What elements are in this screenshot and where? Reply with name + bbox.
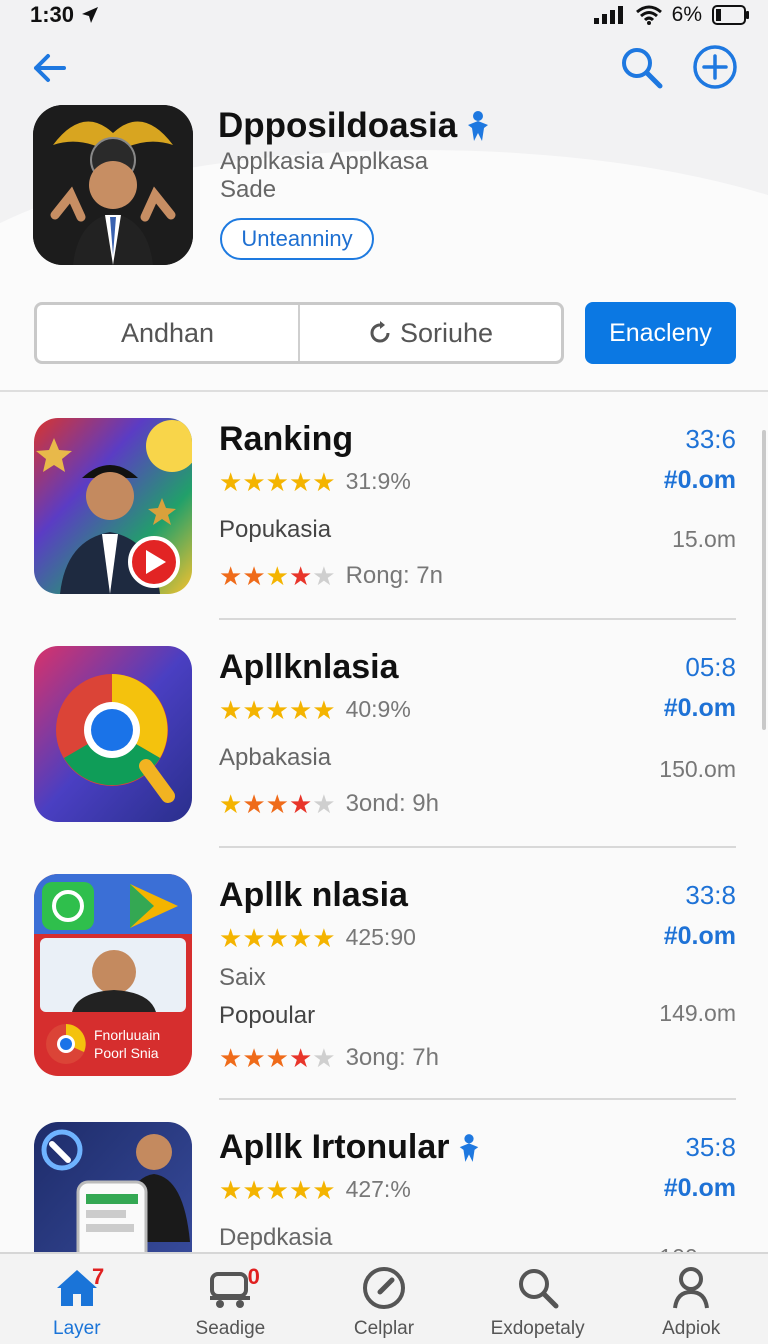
list-item-size: 150.om: [659, 756, 736, 782]
verified-person-icon: [468, 111, 489, 141]
list-item-title: Apllknlasia: [219, 648, 399, 687]
rating-secondary-text: 3ong: 7h: [345, 1044, 439, 1071]
segment-right-label: Soriuhe: [399, 317, 494, 348]
add-button[interactable]: [692, 44, 738, 90]
tab-bar: 7 Layer 0 Seadige Celplar Exdopetaly Adp…: [0, 1252, 768, 1344]
app-subtitle: Applkasia Applkasa: [220, 148, 429, 175]
list-item-icon: [34, 418, 192, 594]
list-item-icon: [34, 646, 192, 822]
list-item[interactable]: Fnorluuain Poorl Snia Apllk nlasia ★ ★ ★ ★ ★…: [0, 848, 768, 1100]
tab-layer[interactable]: 7 Layer: [0, 1254, 154, 1344]
app-list: Ranking ★ ★ ★ ★ ★ 31:9% Popukasia ★ ★ ★ ★ ★ Rong…: [0, 392, 768, 1252]
icon-caption-2: Poorl Snia: [94, 1045, 159, 1061]
rating-stars-secondary: ★ ★ ★ ★ ★ 3ong: 7h: [219, 1043, 439, 1073]
tab-label: Adpiok: [662, 1318, 721, 1339]
segmented-control: Andhan Soriuhe: [34, 302, 564, 364]
list-item-score: 33:6: [685, 424, 736, 454]
rating-stars-secondary: ★ ★ ★ ★ ★ 3ond: 9h: [219, 789, 439, 819]
tab-badge: 0: [247, 1264, 260, 1289]
rating-text: 427:%: [345, 1176, 411, 1202]
verified-person-icon: [460, 1133, 479, 1162]
tab-label: Celplar: [353, 1318, 415, 1339]
list-item-subtitle: Apbakasia: [219, 744, 332, 771]
list-item-size: 15.om: [672, 526, 736, 552]
app-subtitle-secondary: Sade: [220, 176, 277, 203]
list-item-score: 05:8: [685, 652, 736, 682]
list-item-icon: Fnorluuain Poorl Snia: [34, 874, 192, 1076]
list-item[interactable]: Ranking ★ ★ ★ ★ ★ 31:9% Popukasia ★ ★ ★ ★ ★ Rong…: [0, 392, 768, 620]
tab-seadige[interactable]: 0 Seadige: [154, 1254, 308, 1344]
list-item-title-text: Apllk Irtonular: [219, 1128, 450, 1166]
search-icon: [518, 1269, 559, 1309]
rating-stars: ★ ★ ★ ★ ★ 425:90: [219, 922, 416, 953]
rating-stars: ★ ★ ★ ★ ★ 31:9%: [219, 466, 411, 497]
list-item-subtitle: Saix: [219, 964, 266, 991]
primary-action-button[interactable]: Enacleny: [585, 302, 736, 364]
list-item-size: 100.om: [659, 1244, 736, 1252]
back-button[interactable]: [28, 46, 72, 90]
tab-label: Exdopetaly: [490, 1318, 585, 1339]
rating-text: 40:9%: [345, 696, 411, 722]
app-title-text: Dpposildoasia: [218, 106, 458, 145]
status-bar: 1:30 6%: [0, 0, 768, 30]
app-title: Dpposildoasia: [218, 106, 491, 146]
battery-percent: 6%: [671, 3, 702, 26]
location-arrow-icon: [82, 7, 99, 23]
segment-right[interactable]: Soriuhe: [298, 305, 561, 361]
list-item-title: Ranking: [219, 420, 353, 459]
list-item[interactable]: Apllknlasia ★ ★ ★ ★ ★ 40:9% Apbakasia ★ ★ ★ ★ ★ …: [0, 620, 768, 848]
list-item-category: Popoular: [219, 1002, 316, 1029]
list-item-title-text: Apllknlasia: [219, 648, 399, 686]
segment-left-label: Andhan: [120, 317, 215, 348]
signal-icon: [593, 6, 623, 24]
segment-left[interactable]: Andhan: [37, 305, 298, 361]
list-item-size: 149.om: [659, 1000, 736, 1026]
battery-icon: [712, 5, 749, 25]
tab-label: Seadige: [195, 1318, 266, 1339]
refresh-icon: [370, 321, 390, 343]
list-item-subtitle: Popukasia: [219, 516, 332, 543]
list-item-score: 33:8: [685, 880, 736, 910]
list-item-price: #0.om: [663, 1174, 736, 1202]
person-icon: [673, 1267, 710, 1309]
list-item-title: Apllk Irtonular: [219, 1128, 481, 1167]
tab-adpiok[interactable]: Adpiok: [614, 1254, 768, 1344]
search-button[interactable]: [618, 44, 664, 90]
list-item-price: #0.om: [663, 922, 736, 950]
plus-circle-icon: [693, 45, 737, 89]
tab-label: Layer: [53, 1318, 101, 1339]
rating-text: 425:90: [345, 924, 416, 950]
app-tag-pill[interactable]: Unteanniny: [220, 218, 374, 260]
list-item-icon: [34, 1122, 192, 1252]
rating-secondary-text: Rong: 7n: [345, 562, 443, 589]
tab-exdopetaly[interactable]: Exdopetaly: [461, 1254, 615, 1344]
list-item-title: Apllk nlasia: [219, 876, 408, 915]
rating-text: 31:9%: [345, 468, 411, 494]
arrow-left-icon: [34, 54, 66, 82]
icon-caption-1: Fnorluuain: [94, 1027, 160, 1043]
scrollbar[interactable]: [762, 430, 766, 730]
search-icon: [622, 48, 663, 89]
rating-stars: ★ ★ ★ ★ ★ 427:%: [219, 1174, 411, 1205]
list-item-price: #0.om: [663, 694, 736, 722]
list-item-score: 35:8: [685, 1132, 736, 1162]
list-item-subtitle: Depdkasia: [219, 1224, 333, 1251]
compass-icon: [362, 1267, 405, 1309]
app-icon: [33, 105, 193, 265]
status-time: 1:30: [30, 2, 75, 27]
list-item-title-text: Apllk nlasia: [219, 876, 408, 914]
list-item[interactable]: Apllk Irtonular ★ ★ ★ ★ ★ 427:% Depdkasia 35…: [0, 1100, 768, 1252]
rating-stars-secondary: ★ ★ ★ ★ ★ Rong: 7n: [219, 561, 443, 591]
rating-secondary-text: 3ond: 9h: [345, 790, 439, 817]
rating-stars: ★ ★ ★ ★ ★ 40:9%: [219, 694, 411, 725]
wifi-icon: [635, 5, 662, 25]
list-item-title-text: Ranking: [219, 420, 354, 458]
tab-badge: 7: [92, 1264, 105, 1289]
tab-celplar[interactable]: Celplar: [307, 1254, 461, 1344]
list-item-price: #0.om: [663, 466, 736, 494]
